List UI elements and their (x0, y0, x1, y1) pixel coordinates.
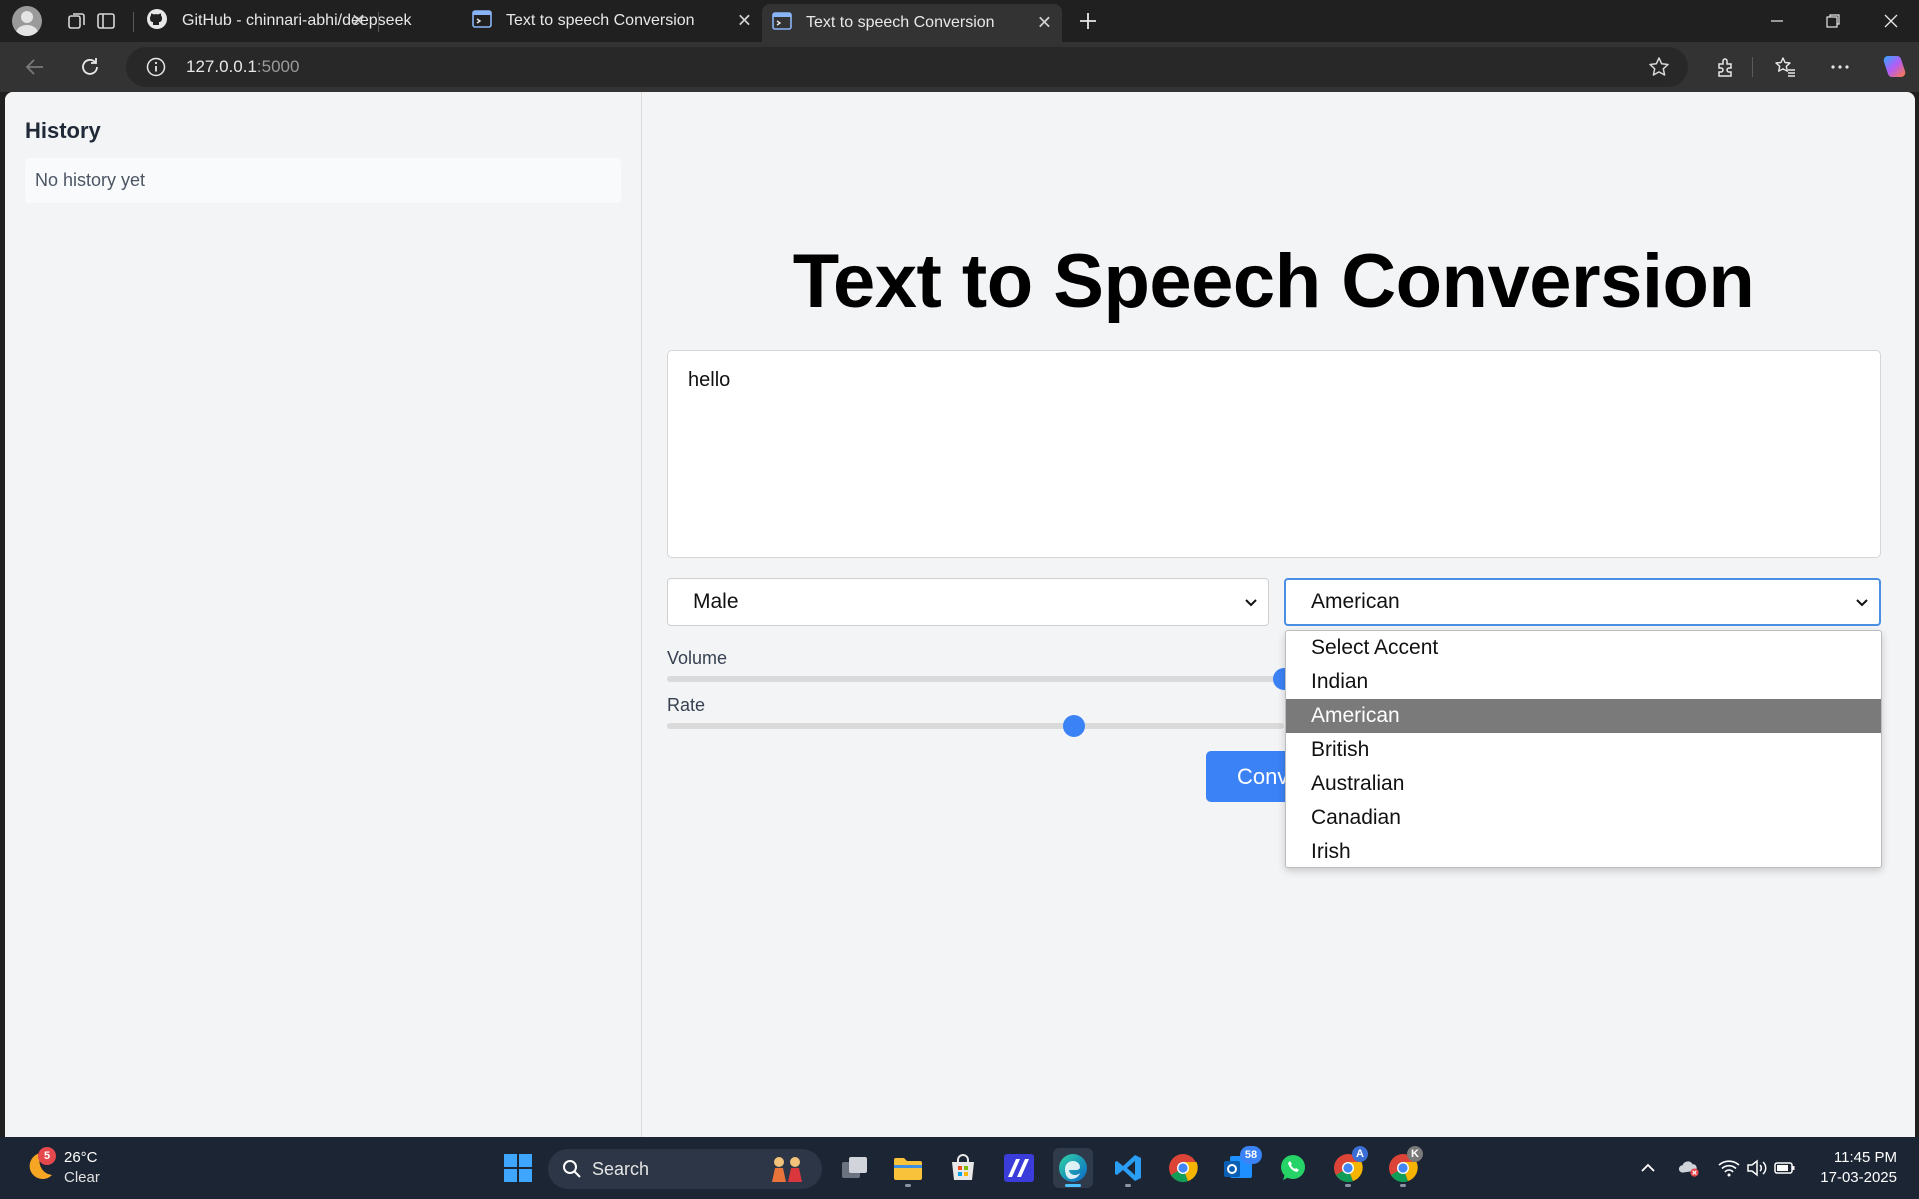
browser-title-bar: GitHub - chinnari-abhi/deepseek ✕ Text t… (0, 0, 1919, 42)
window-close-icon[interactable] (1868, 0, 1914, 42)
gender-select-value: Male (693, 590, 739, 613)
whatsapp-icon[interactable] (1273, 1148, 1313, 1188)
gender-select[interactable]: Male (667, 578, 1269, 626)
outlook-icon[interactable]: 58 (1218, 1146, 1262, 1188)
history-empty-message: No history yet (25, 158, 621, 203)
refresh-icon[interactable] (76, 53, 104, 81)
moon-icon (22, 1153, 56, 1189)
search-icon (562, 1159, 582, 1184)
address-bar[interactable]: 127.0.0.1:5000 (126, 47, 1688, 87)
chrome-icon[interactable] (1163, 1148, 1203, 1188)
task-view-icon[interactable] (835, 1148, 875, 1188)
weather-temp: 26°C (64, 1149, 98, 1166)
weather-condition: Clear (64, 1169, 100, 1186)
vscode-icon[interactable] (1108, 1148, 1148, 1188)
terminal-icon (472, 9, 492, 33)
chrome-profile-k-icon[interactable]: K (1383, 1146, 1423, 1188)
close-icon[interactable]: ✕ (351, 11, 366, 32)
accent-option[interactable]: Irish (1286, 835, 1881, 867)
tab-title: Text to speech Conversion (806, 14, 995, 31)
accent-dropdown-list: Select Accent Indian American British Austra… (1285, 630, 1882, 868)
battery-icon[interactable] (1774, 1157, 1796, 1179)
new-tab-icon[interactable] (1075, 8, 1101, 34)
workspaces-icon[interactable] (64, 8, 90, 34)
volume-slider[interactable] (667, 668, 1295, 690)
browser-toolbar: 127.0.0.1:5000 (0, 42, 1919, 92)
extensions-icon[interactable] (1712, 53, 1740, 81)
github-icon (146, 8, 168, 35)
tab-github[interactable]: GitHub - chinnari-abhi/deepseek ✕ (136, 0, 411, 42)
accent-select-value: American (1311, 590, 1400, 613)
restore-icon[interactable] (1810, 0, 1856, 42)
close-icon[interactable]: ✕ (737, 11, 752, 32)
system-clock[interactable]: 11:45 PM 17-03-2025 (1820, 1148, 1897, 1188)
text-input[interactable]: hello (667, 350, 1881, 558)
more-options-icon[interactable] (1826, 53, 1854, 81)
windows-taskbar: 5 26°C Clear Search 58 A K 11:45 PM 17-0… (0, 1137, 1919, 1199)
back-icon[interactable] (21, 53, 49, 81)
history-sidebar: History No history yet (5, 92, 642, 1137)
terminal-icon (772, 11, 792, 35)
accent-option[interactable]: American (1286, 699, 1881, 733)
show-hidden-icons-chevron-up-icon[interactable] (1637, 1157, 1659, 1179)
search-label: Search (592, 1158, 650, 1179)
url-text: 127.0.0.1:5000 (186, 57, 300, 76)
wifi-icon[interactable] (1718, 1157, 1740, 1179)
windows-start-icon[interactable] (498, 1148, 538, 1188)
accent-select[interactable]: American (1284, 578, 1881, 626)
accent-option[interactable]: Select Accent (1286, 631, 1881, 665)
favorites-icon[interactable] (1771, 53, 1799, 81)
close-icon[interactable]: ✕ (1037, 13, 1052, 34)
chevron-down-icon (1244, 590, 1258, 614)
page-title: Text to Speech Conversion (792, 239, 1755, 324)
clock-time: 11:45 PM (1833, 1149, 1897, 1166)
chrome-profile-a-icon[interactable]: A (1328, 1146, 1368, 1188)
accent-option[interactable]: Canadian (1286, 801, 1881, 835)
copilot-icon[interactable] (1880, 53, 1908, 81)
accent-option[interactable]: Australian (1286, 767, 1881, 801)
vertical-tabs-icon[interactable] (93, 8, 119, 34)
rate-label: Rate (667, 695, 706, 715)
volume-label: Volume (667, 648, 728, 668)
clock-date: 17-03-2025 (1820, 1169, 1897, 1186)
accent-option[interactable]: British (1286, 733, 1881, 767)
chrome-badge-a: A (1352, 1146, 1368, 1162)
tab-title: Text to speech Conversion (506, 12, 695, 29)
site-info-icon[interactable] (146, 57, 166, 82)
onedrive-error-icon[interactable] (1678, 1157, 1700, 1179)
file-explorer-icon[interactable] (888, 1148, 928, 1188)
microsoft-store-icon[interactable] (943, 1148, 983, 1188)
taskbar-search[interactable]: Search (548, 1149, 822, 1189)
tab-text-to-speech-1[interactable]: Text to speech Conversion ✕ (462, 0, 762, 42)
tab-text-to-speech-active[interactable]: Text to speech Conversion ✕ (762, 4, 1062, 42)
minimize-icon[interactable] (1754, 0, 1800, 42)
edge-browser-icon[interactable] (1053, 1148, 1093, 1188)
rate-slider[interactable] (667, 715, 1284, 737)
weather-badge: 5 (38, 1147, 56, 1165)
app-launcher-icon[interactable] (999, 1148, 1039, 1188)
mail-badge: 58 (1240, 1146, 1262, 1164)
chrome-badge-k: K (1407, 1146, 1423, 1162)
accent-option[interactable]: Indian (1286, 665, 1881, 699)
volume-icon[interactable] (1746, 1157, 1768, 1179)
search-highlight-icon (768, 1154, 806, 1189)
profile-avatar[interactable] (12, 6, 42, 36)
chevron-down-icon (1855, 590, 1869, 614)
favorite-star-icon[interactable] (1648, 56, 1670, 83)
history-title: History (25, 118, 101, 143)
weather-widget[interactable]: 5 26°C Clear (22, 1147, 100, 1190)
